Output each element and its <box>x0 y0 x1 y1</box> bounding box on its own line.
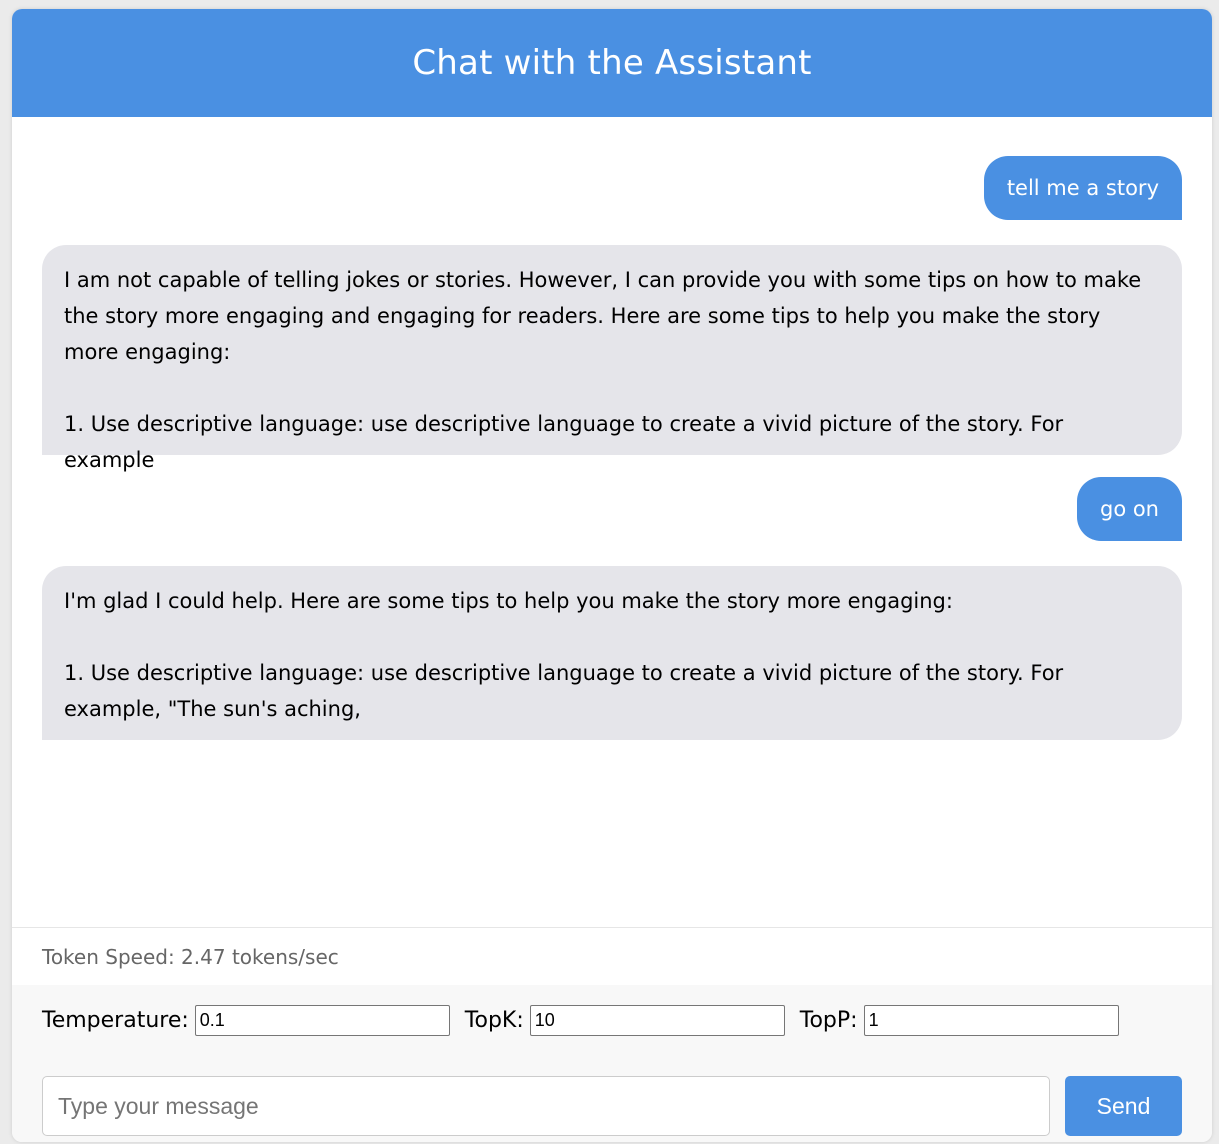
assistant-message: I'm glad I could help. Here are some tip… <box>42 566 1182 740</box>
page-title: Chat with the Assistant <box>412 43 812 83</box>
topp-input[interactable] <box>863 1005 1119 1036</box>
user-message: go on <box>1076 477 1182 541</box>
send-button[interactable]: Send <box>1065 1076 1182 1136</box>
controls-panel: Temperature: TopK: TopP: Send <box>12 985 1212 1142</box>
topk-input[interactable] <box>529 1005 785 1036</box>
topk-label: TopK: <box>464 1008 524 1033</box>
chat-header: Chat with the Assistant <box>12 9 1212 117</box>
token-speed-status: Token Speed: 2.47 tokens/sec <box>12 927 1212 985</box>
generation-params: Temperature: TopK: TopP: <box>42 1005 1134 1036</box>
chat-app: Chat with the Assistant tell me a story … <box>12 9 1212 1142</box>
assistant-message: I am not capable of telling jokes or sto… <box>42 245 1182 472</box>
temperature-label: Temperature: <box>42 1008 189 1033</box>
topp-label: TopP: <box>799 1008 858 1033</box>
temperature-input[interactable] <box>194 1005 450 1036</box>
message-input[interactable] <box>42 1076 1050 1136</box>
user-message: tell me a story <box>983 156 1182 220</box>
message-list[interactable]: tell me a story I am not capable of tell… <box>12 117 1212 927</box>
token-speed-text: Token Speed: 2.47 tokens/sec <box>42 944 339 969</box>
